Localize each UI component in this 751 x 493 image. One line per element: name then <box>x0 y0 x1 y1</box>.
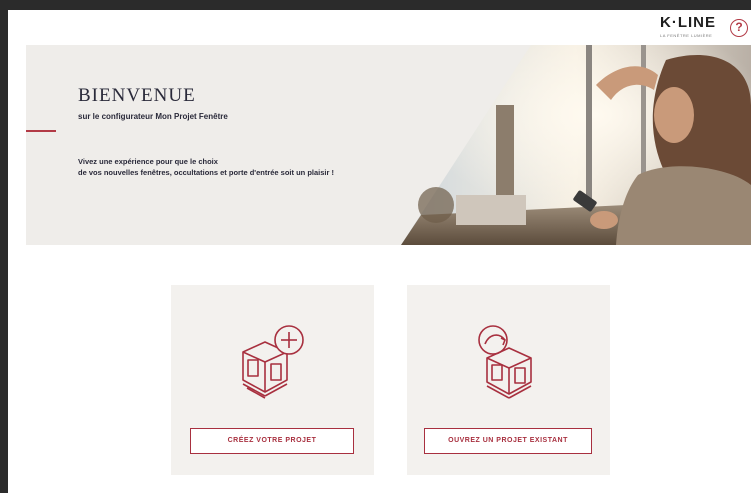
kline-logo[interactable]: K·LINE LA FENÊTRE LUMIÈRE <box>660 15 722 41</box>
hero-title: BIENVENUE <box>78 85 196 106</box>
hero-description-line-2: de vos nouvelles fenêtres, occultations … <box>78 168 335 177</box>
open-project-button[interactable]: OUVREZ UN PROJET EXISTANT <box>424 428 592 454</box>
create-project-card[interactable]: CRÉEZ VOTRE PROJET <box>171 285 374 475</box>
hero-subtitle-product: Mon Projet Fenêtre <box>155 112 228 121</box>
app-page: K·LINE LA FENÊTRE LUMIÈRE ? BIENVENUE su… <box>8 10 751 493</box>
logo-tagline: LA FENÊTRE LUMIÈRE <box>660 33 713 38</box>
hero-subtitle-prefix: sur le configurateur <box>78 112 156 121</box>
hero-accent-line <box>26 130 56 132</box>
open-project-card[interactable]: OUVREZ UN PROJET EXISTANT <box>407 285 610 475</box>
create-project-button[interactable]: CRÉEZ VOTRE PROJET <box>190 428 354 454</box>
window-frame-left <box>0 0 8 493</box>
hero-banner: BIENVENUE sur le configurateur Mon Proje… <box>26 45 751 245</box>
help-button[interactable]: ? <box>730 19 748 37</box>
logo-text: K·LINE <box>660 14 716 31</box>
house-open-icon <box>478 325 532 399</box>
hero-description: Vivez une expérience pour que le choix d… <box>78 156 334 178</box>
hero-description-line-1: Vivez une expérience pour que le choix <box>78 157 218 166</box>
window-frame-top <box>0 0 751 10</box>
hero-subtitle: sur le configurateur Mon Projet Fenêtre <box>78 112 228 121</box>
house-plus-icon <box>242 325 304 399</box>
hero-photo <box>401 45 751 245</box>
